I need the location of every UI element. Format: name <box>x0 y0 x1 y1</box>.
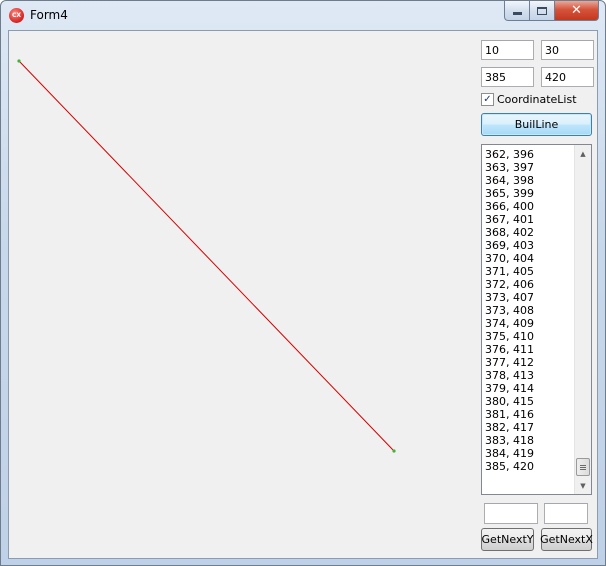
y1-input[interactable] <box>541 40 594 60</box>
minimize-button[interactable] <box>504 1 530 21</box>
build-line-button[interactable]: BuilLine <box>481 113 592 136</box>
list-item[interactable]: 375, 410 <box>485 330 575 343</box>
list-item[interactable]: 371, 405 <box>485 265 575 278</box>
thumb-grip-line <box>580 468 586 470</box>
list-item[interactable]: 381, 416 <box>485 408 575 421</box>
get-next-y-button[interactable]: GetNextY <box>481 528 534 551</box>
list-item[interactable]: 365, 399 <box>485 187 575 200</box>
line-end-point <box>392 449 396 453</box>
scroll-down-arrow-icon[interactable]: ▼ <box>575 477 591 494</box>
list-item[interactable]: 370, 404 <box>485 252 575 265</box>
list-item[interactable]: 383, 418 <box>485 434 575 447</box>
scroll-up-arrow-icon[interactable]: ▲ <box>575 145 591 162</box>
y2-input[interactable] <box>541 67 594 87</box>
list-item[interactable]: 373, 408 <box>485 304 575 317</box>
list-item[interactable]: 376, 411 <box>485 343 575 356</box>
coordinate-list-label: CoordinateList <box>497 92 577 106</box>
list-item[interactable]: 363, 397 <box>485 161 575 174</box>
list-item[interactable]: 374, 409 <box>485 317 575 330</box>
coordinate-list-items: 362, 396 363, 397 364, 398 365, 399 366, 400… <box>485 148 575 473</box>
app-logo-icon: CX <box>9 8 24 23</box>
list-item[interactable]: 378, 413 <box>485 369 575 382</box>
x1-input[interactable] <box>481 40 534 60</box>
close-button[interactable]: ✕ <box>555 1 599 21</box>
drawn-line <box>18 60 395 452</box>
next-x-input[interactable] <box>544 503 588 524</box>
list-item[interactable]: 373, 407 <box>485 291 575 304</box>
thumb-grip-line <box>580 466 586 468</box>
list-item[interactable]: 367, 401 <box>485 213 575 226</box>
maximize-icon <box>537 6 547 15</box>
drawing-canvas[interactable] <box>9 31 479 560</box>
list-item[interactable]: 380, 415 <box>485 395 575 408</box>
get-next-x-button[interactable]: GetNextX <box>540 528 593 551</box>
title-bar[interactable]: CX Form4 ✕ <box>1 1 605 30</box>
client-area: ✓ CoordinateList BuilLine 362, 396363, 3… <box>8 30 598 559</box>
list-item[interactable]: 382, 417 <box>485 421 575 434</box>
scroll-thumb[interactable] <box>576 458 590 476</box>
next-y-input[interactable] <box>484 503 538 524</box>
thumb-grip-line <box>580 464 586 466</box>
maximize-button[interactable] <box>530 1 555 21</box>
list-item[interactable]: 369, 403 <box>485 239 575 252</box>
list-item[interactable]: 368, 402 <box>485 226 575 239</box>
list-item[interactable]: 364, 398 <box>485 174 575 187</box>
coordinate-list-checkbox[interactable]: ✓ CoordinateList <box>481 91 577 107</box>
list-item[interactable]: 377, 412 <box>485 356 575 369</box>
list-item[interactable]: 384, 419 <box>485 447 575 460</box>
minimize-icon <box>512 11 522 15</box>
list-item[interactable]: 385, 420 <box>485 460 575 473</box>
form4-window: CX Form4 ✕ ✓ CoordinateList Bui <box>0 0 606 566</box>
list-item[interactable]: 366, 400 <box>485 200 575 213</box>
x2-input[interactable] <box>481 67 534 87</box>
list-item[interactable]: 372, 406 <box>485 278 575 291</box>
checkbox-check-icon: ✓ <box>481 92 494 106</box>
list-item[interactable]: 362, 396 <box>485 148 575 161</box>
window-title: Form4 <box>30 8 68 22</box>
list-item[interactable]: 379, 414 <box>485 382 575 395</box>
close-icon: ✕ <box>571 3 582 18</box>
list-vertical-scrollbar[interactable]: ▲ ▼ <box>574 145 591 494</box>
coordinate-listbox[interactable]: 362, 396 363, 397 364, 398 365, 399 366, 400… <box>481 144 592 495</box>
line-start-point <box>17 59 21 63</box>
caption-buttons: ✕ <box>504 1 599 21</box>
